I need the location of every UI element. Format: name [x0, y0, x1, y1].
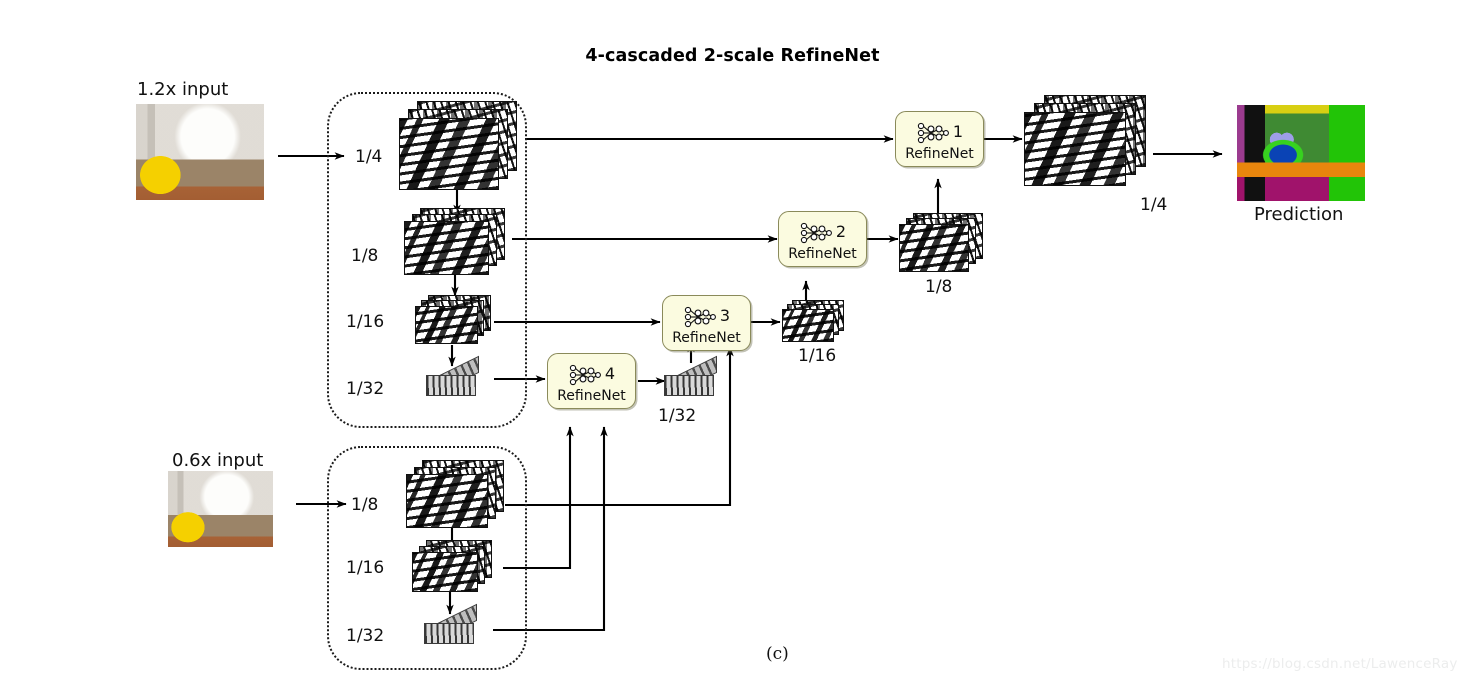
- input-label-12x: 1.2x input: [137, 79, 229, 100]
- feature-stack-bottom-1-8: [406, 460, 506, 532]
- prediction-label: Prediction: [1254, 204, 1344, 225]
- input-label-06x: 0.6x input: [172, 450, 264, 471]
- refinenet-label-3: RefineNet: [672, 330, 741, 346]
- neural-network-icon: [684, 306, 716, 328]
- figure-title: 4-cascaded 2-scale RefineNet: [585, 46, 880, 66]
- feature-stack-top-1-4: [399, 101, 519, 191]
- refinenet-number-1: 1: [952, 121, 964, 141]
- scale-label-top-1-16: 1/16: [346, 312, 385, 332]
- refinenet-number-3: 3: [719, 305, 731, 325]
- refinenet-label-2: RefineNet: [788, 246, 857, 262]
- scale-label-top-1-32: 1/32: [346, 379, 385, 399]
- feature-slab-bottom-1-32: [422, 603, 484, 648]
- refinenet-label-1: RefineNet: [905, 146, 974, 162]
- neural-network-icon: [800, 222, 832, 244]
- refinenet-output-slab-1-32: [662, 355, 724, 400]
- scale-label-bottom-1-32: 1/32: [346, 626, 385, 646]
- feature-stack-top-1-16: [415, 295, 495, 347]
- refinenet-output-label-1-8: 1/8: [925, 277, 953, 297]
- refinenet-number-2: 2: [835, 221, 847, 241]
- refinenet-block-3[interactable]: 3 RefineNet: [662, 295, 751, 351]
- refinenet-block-4[interactable]: 4 RefineNet: [547, 353, 636, 409]
- watermark: https://blog.csdn.net/LawenceRay: [1222, 656, 1458, 672]
- neural-network-icon: [569, 364, 601, 386]
- scale-label-bottom-1-8: 1/8: [351, 495, 379, 515]
- scale-label-top-1-8: 1/8: [351, 246, 379, 266]
- scale-label-bottom-1-16: 1/16: [346, 558, 385, 578]
- input-image-12x: [136, 104, 264, 200]
- input-image-06x: [168, 471, 273, 547]
- refinenet-output-label-1-4: 1/4: [1140, 195, 1168, 215]
- refinenet-output-stack-1-16: [782, 300, 848, 344]
- feature-slab-top-1-32: [424, 355, 486, 400]
- refinenet-output-label-1-16: 1/16: [798, 346, 837, 366]
- refinenet-output-stack-1-8: [899, 213, 985, 275]
- refinenet-block-1[interactable]: 1 RefineNet: [895, 111, 984, 167]
- neural-network-icon: [917, 122, 949, 144]
- diagram-canvas: 4-cascaded 2-scale RefineNet 1.2x input …: [0, 0, 1465, 684]
- feature-stack-bottom-1-16: [412, 540, 497, 596]
- refinenet-label-4: RefineNet: [557, 388, 626, 404]
- refinenet-number-4: 4: [604, 363, 616, 383]
- refinenet-output-label-1-32: 1/32: [658, 406, 697, 426]
- refinenet-output-stack-1-4: [1024, 95, 1148, 189]
- scale-label-top-1-4: 1/4: [355, 147, 383, 167]
- feature-stack-top-1-8: [404, 208, 508, 278]
- refinenet-block-2[interactable]: 2 RefineNet: [778, 211, 867, 267]
- subfigure-label: (c): [766, 644, 789, 664]
- prediction-image: [1237, 105, 1365, 201]
